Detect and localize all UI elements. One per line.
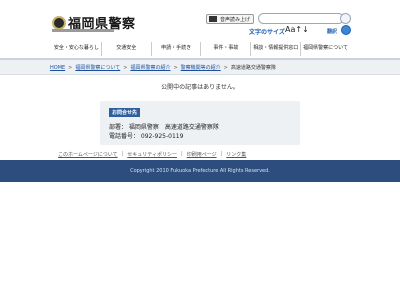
breadcrumb-separator: > <box>223 64 228 71</box>
breadcrumb-item-introduction[interactable]: 福岡県警察の紹介 <box>130 64 170 71</box>
breadcrumb-item-about[interactable]: 福岡県警察について <box>75 64 120 71</box>
contact-heading: お問合せ先 <box>109 108 141 117</box>
gnav-item-applications[interactable]: 申請・手続き <box>150 42 201 56</box>
no-articles-notice: 公開中の記事はありません。 <box>161 84 239 91</box>
contact-phone: 電話番号： 092-925-0119 <box>109 133 184 140</box>
header: 福岡県警察 音声読み上げ 文字のサイズ Aa↑↓ 翻訳 <box>0 0 400 40</box>
footer-links: このホームページについて | セキュリティポリシー | 印刷用ページ | リンク… <box>58 151 246 158</box>
breadcrumb-separator: > <box>123 64 128 71</box>
footer-separator: | <box>220 151 223 157</box>
breadcrumb-item-agencies[interactable]: 警察機関等の紹介 <box>181 64 221 71</box>
gnav-item-about[interactable]: 福岡県警察について <box>300 42 350 56</box>
breadcrumb-current: 高速道路交通警察隊 <box>230 65 276 71</box>
gnav-item-consultation[interactable]: 相談・情報提供窓口 <box>250 42 300 56</box>
breadcrumb-separator: > <box>68 64 73 71</box>
logo-subtitle-bar <box>52 29 114 32</box>
gnav-item-traffic[interactable]: 交通安全 <box>100 42 151 56</box>
voice-readout-label: 音声読み上げ <box>220 16 251 23</box>
translate-label[interactable]: 翻訳 <box>327 28 337 35</box>
footer-separator: | <box>181 151 183 157</box>
police-emblem-icon <box>52 15 66 30</box>
copyright-text: Copyright 2010 Fukuoka Prefecture All Ri… <box>130 168 270 174</box>
breadcrumb-bar: HOME > 福岡県警察について > 福岡県警察の紹介 > 警察機関等の紹介 >… <box>0 60 400 75</box>
footer-link-about-site[interactable]: このホームページについて <box>58 151 118 158</box>
footer-link-links[interactable]: リンク集 <box>226 151 246 158</box>
contact-box: お問合せ先 部署： 福岡県警察 高速道路交通警察隊 電話番号： 092-925-… <box>100 101 300 145</box>
text-size-button[interactable]: Aa↑↓ <box>285 25 309 34</box>
footer-separator: | <box>121 151 124 157</box>
footer-link-print-page[interactable]: 印刷用ページ <box>187 151 217 158</box>
contact-department: 部署： 福岡県警察 高速道路交通警察隊 <box>109 124 219 131</box>
search-button[interactable] <box>340 13 351 24</box>
global-navigation: 安全・安心な暮らし 交通安全 申請・手続き 事件・事故 相談・情報提供窓口 福岡… <box>52 42 350 56</box>
footer-link-security-policy[interactable]: セキュリティポリシー <box>127 151 177 158</box>
voice-readout-button[interactable]: 音声読み上げ <box>206 14 254 24</box>
speaker-icon <box>209 16 217 22</box>
breadcrumb-separator: > <box>173 64 178 71</box>
gnav-item-safety[interactable]: 安全・安心な暮らし <box>52 42 101 56</box>
footer-bar: Copyright 2010 Fukuoka Prefecture All Ri… <box>0 160 400 182</box>
globe-icon[interactable] <box>341 25 351 35</box>
breadcrumb-home[interactable]: HOME <box>50 65 65 71</box>
gnav-item-incidents[interactable]: 事件・事故 <box>200 42 250 56</box>
breadcrumb: HOME > 福岡県警察について > 福岡県警察の紹介 > 警察機関等の紹介 >… <box>50 64 276 72</box>
text-size-label: 文字のサイズ <box>249 29 285 36</box>
search-input[interactable] <box>258 13 344 24</box>
